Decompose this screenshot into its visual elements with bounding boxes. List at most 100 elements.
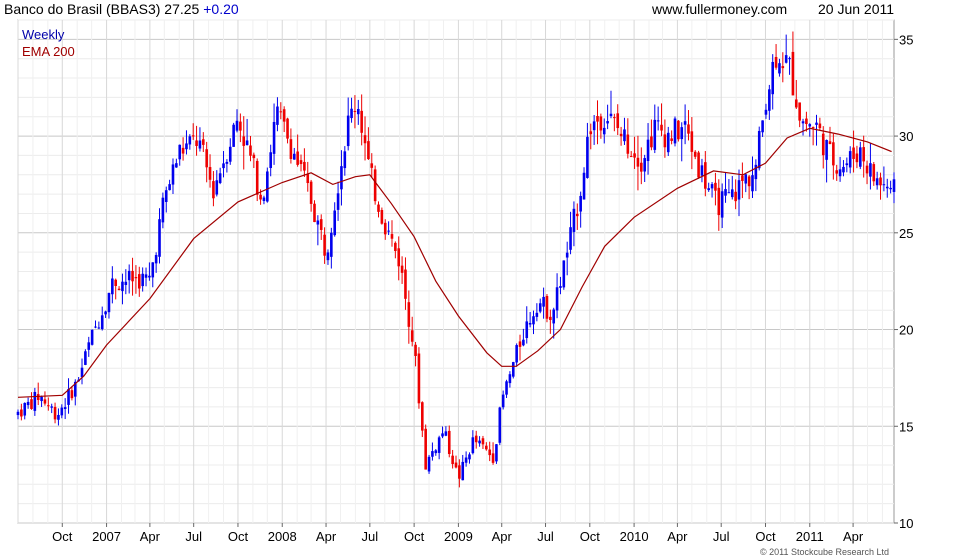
candle-body: [788, 58, 791, 60]
candle-body: [225, 161, 229, 164]
x-tick-label: Oct: [755, 529, 776, 544]
candle-body: [764, 109, 768, 115]
candle-body: [623, 129, 626, 142]
candle-body: [687, 124, 690, 134]
candle-body: [596, 116, 599, 122]
candle-body: [848, 151, 852, 168]
y-tick-label: 30: [899, 129, 913, 144]
candle-body: [522, 339, 525, 346]
candle-body: [202, 139, 205, 145]
candle-body: [245, 140, 249, 146]
candle-body: [825, 139, 828, 160]
y-tick-label: 15: [899, 419, 913, 434]
candle-body: [191, 135, 195, 137]
candle-body: [586, 136, 589, 178]
candle-up: [757, 126, 761, 171]
candle-down: [380, 207, 384, 225]
candle-body: [84, 351, 87, 365]
candle-body: [407, 302, 411, 327]
candle-body: [811, 126, 815, 128]
candle-body: [845, 163, 849, 166]
candle-body: [741, 175, 744, 181]
candle-body: [117, 288, 121, 291]
candle-body: [387, 230, 390, 232]
candle-body: [885, 186, 889, 189]
candle-body: [276, 106, 279, 125]
candle-body: [40, 396, 43, 402]
x-tick-label: Jul: [713, 529, 730, 544]
candle-body: [134, 277, 138, 279]
candle-body: [282, 109, 286, 122]
candle-body: [693, 151, 697, 157]
candle-body: [427, 456, 431, 472]
candle-body: [53, 406, 57, 420]
candle-body: [340, 166, 343, 190]
candle-body: [859, 147, 862, 167]
candle-body: [124, 281, 128, 285]
candle-up: [84, 349, 87, 366]
candle-body: [447, 430, 451, 455]
candle-body: [771, 61, 775, 95]
candle-body: [431, 451, 434, 457]
candle-body: [707, 188, 710, 191]
candle-body: [710, 184, 714, 189]
candle-body: [330, 232, 333, 257]
candle-body: [410, 330, 414, 342]
candle-body: [629, 156, 633, 158]
candle-body: [195, 140, 198, 146]
candle-body: [549, 316, 552, 321]
candle-body: [326, 252, 330, 261]
candle-body: [872, 164, 876, 182]
candle-body: [394, 242, 397, 251]
candle-body: [424, 428, 427, 470]
y-axis-ticks: 10 15 20 25 30 35: [894, 32, 913, 531]
candle-body: [158, 219, 161, 257]
candle-body: [259, 194, 262, 200]
candle-body: [835, 170, 839, 174]
candle-body: [100, 315, 104, 330]
candle-body: [505, 381, 508, 395]
candle-body: [784, 55, 788, 63]
candle-body: [309, 181, 313, 204]
candle-down: [424, 424, 427, 470]
candle-body: [323, 234, 326, 256]
candle-down: [677, 120, 680, 142]
candle-body: [286, 118, 289, 139]
candle-up: [511, 361, 515, 379]
copyright: © 2011 Stockcube Research Ltd: [760, 547, 889, 557]
candle-body: [212, 181, 215, 199]
candle-body: [33, 391, 37, 411]
candle-body: [882, 184, 886, 186]
candle-body: [239, 121, 242, 131]
candle-down: [255, 158, 259, 202]
candle-body: [185, 143, 188, 150]
candle-body: [525, 321, 529, 339]
candle-body: [70, 390, 74, 399]
candle-body: [579, 195, 582, 212]
candle-body: [346, 115, 350, 147]
candle-body: [363, 135, 367, 144]
candle-body: [50, 406, 53, 408]
candle-body: [356, 108, 360, 115]
candle-body: [666, 132, 670, 153]
candle-body: [458, 465, 461, 479]
candle-body: [43, 399, 47, 404]
candle-body: [178, 144, 182, 160]
candle-body: [380, 209, 384, 224]
candle-body: [501, 394, 505, 408]
x-tick-label: 2007: [92, 529, 121, 544]
candle-body: [94, 326, 97, 328]
candle-body: [252, 154, 256, 159]
candle-down: [373, 165, 377, 205]
candle-body: [222, 163, 225, 169]
candle-body: [151, 262, 155, 278]
candle-body: [619, 133, 623, 137]
candle-body: [697, 152, 700, 178]
candle-body: [296, 151, 299, 165]
x-tick-label: Oct: [228, 529, 249, 544]
candle-body: [141, 273, 144, 287]
candle-body: [441, 433, 444, 437]
candle-body: [47, 405, 50, 407]
candle-body: [474, 435, 478, 443]
candle-body: [57, 414, 60, 420]
